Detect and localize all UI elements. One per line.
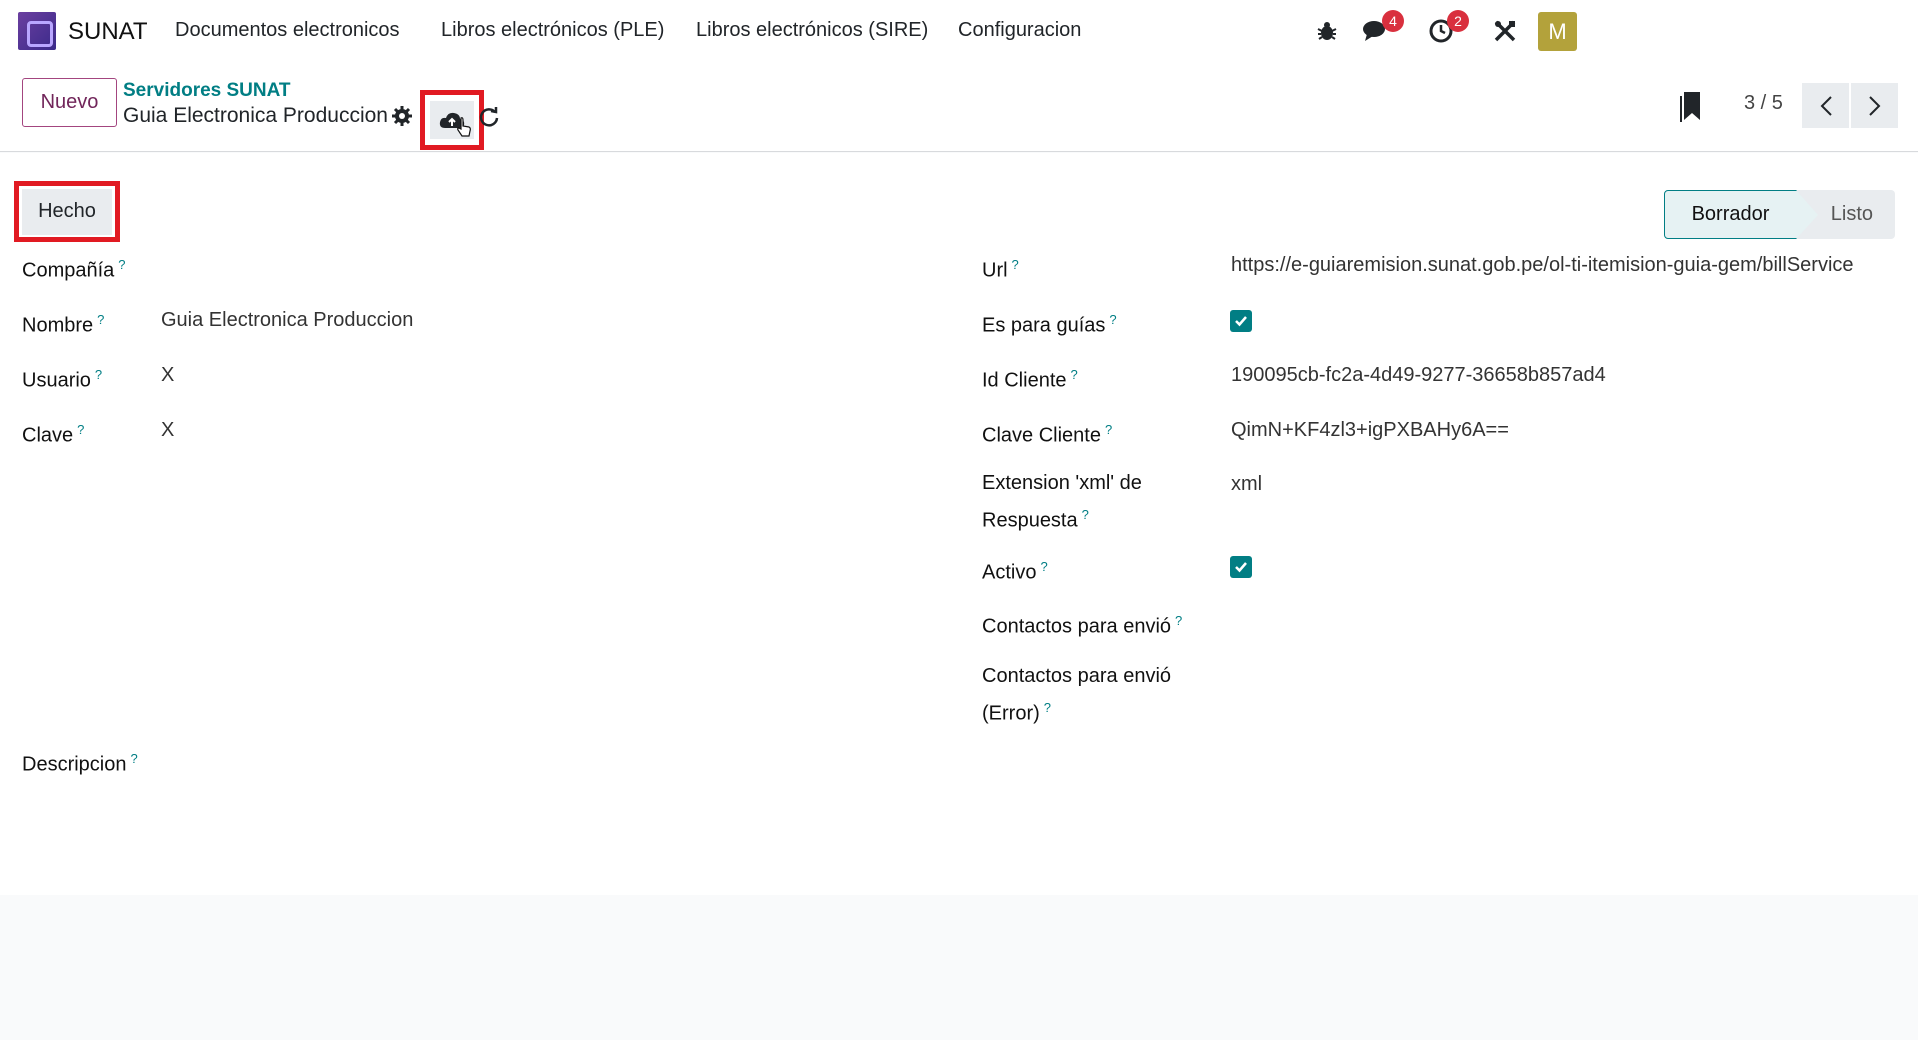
top-navbar: SUNAT Documentos electronicos Libros ele… [0,0,1918,62]
bookmark-icon[interactable] [1678,90,1704,124]
chevron-right-icon [1868,95,1880,116]
pager-next-button[interactable] [1851,83,1898,128]
app-name[interactable]: SUNAT [68,18,148,46]
password-label: Clave? [22,422,85,447]
menu-libros-ple[interactable]: Libros electrónicos (PLE) [441,19,664,42]
discard-icon[interactable] [478,106,500,128]
gear-icon[interactable] [391,105,413,127]
client-id-field[interactable]: 190095cb-fc2a-4d49-9277-36658b857ad4 [1231,360,1606,391]
client-id-label: Id Cliente? [982,367,1078,392]
xml-extension-label: Extension 'xml' de Respuesta? [982,472,1142,532]
url-label: Url? [982,257,1019,282]
menu-libros-sire[interactable]: Libros electrónicos (SIRE) [696,19,928,42]
pointer-cursor-icon [457,117,471,137]
description-label: Descripcion? [22,751,138,776]
app-logo-icon[interactable] [18,12,56,50]
status-arrow [1796,190,1818,239]
save-button[interactable] [420,90,484,150]
control-panel: Nuevo Servidores SUNAT Guia Electronica … [0,62,1918,152]
for-guides-label: Es para guías? [982,312,1117,337]
xml-extension-field[interactable]: xml [1231,469,1262,500]
activities-badge: 2 [1447,10,1469,32]
client-key-label: Clave Cliente? [982,422,1113,447]
breadcrumb-current: Guia Electronica Produccion [123,104,388,127]
check-icon [1235,316,1247,327]
url-field[interactable]: https://e-guiaremision.sunat.gob.pe/ol-t… [1231,250,1854,281]
status-draft[interactable]: Borrador [1664,190,1797,239]
debug-bug-icon[interactable] [1312,16,1342,46]
done-button[interactable]: Hecho [14,181,120,242]
menu-configuracion[interactable]: Configuracion [958,19,1081,42]
form-sheet: Hecho Borrador Listo Compañía? Nombre? G… [0,153,1918,895]
done-button-label: Hecho [22,188,112,235]
messages-badge: 4 [1382,10,1404,32]
breadcrumb-parent-link[interactable]: Servidores SUNAT [123,80,291,102]
name-label: Nombre? [22,312,105,337]
new-button[interactable]: Nuevo [22,78,117,127]
client-key-field[interactable]: QimN+KF4zl3+igPXBAHy6A== [1231,415,1509,446]
user-label: Usuario? [22,367,103,392]
name-field[interactable]: Guia Electronica Produccion [161,305,413,336]
menu-documentos[interactable]: Documentos electronicos [175,19,400,42]
active-label: Activo? [982,559,1048,584]
password-field[interactable]: X [161,415,174,446]
company-label: Compañía? [22,257,126,282]
for-guides-checkbox[interactable] [1230,310,1252,332]
contacts-error-label: Contactos para envió (Error)? [982,665,1172,725]
active-checkbox[interactable] [1230,556,1252,578]
user-avatar[interactable]: M [1538,12,1577,51]
contacts-label: Contactos para envió? [982,613,1183,638]
pager-value[interactable]: 3 / 5 [1744,92,1783,115]
user-field[interactable]: X [161,360,174,391]
pager-previous-button[interactable] [1802,83,1849,128]
tools-icon[interactable] [1490,16,1520,46]
chevron-left-icon [1820,95,1832,116]
check-icon [1235,562,1247,573]
